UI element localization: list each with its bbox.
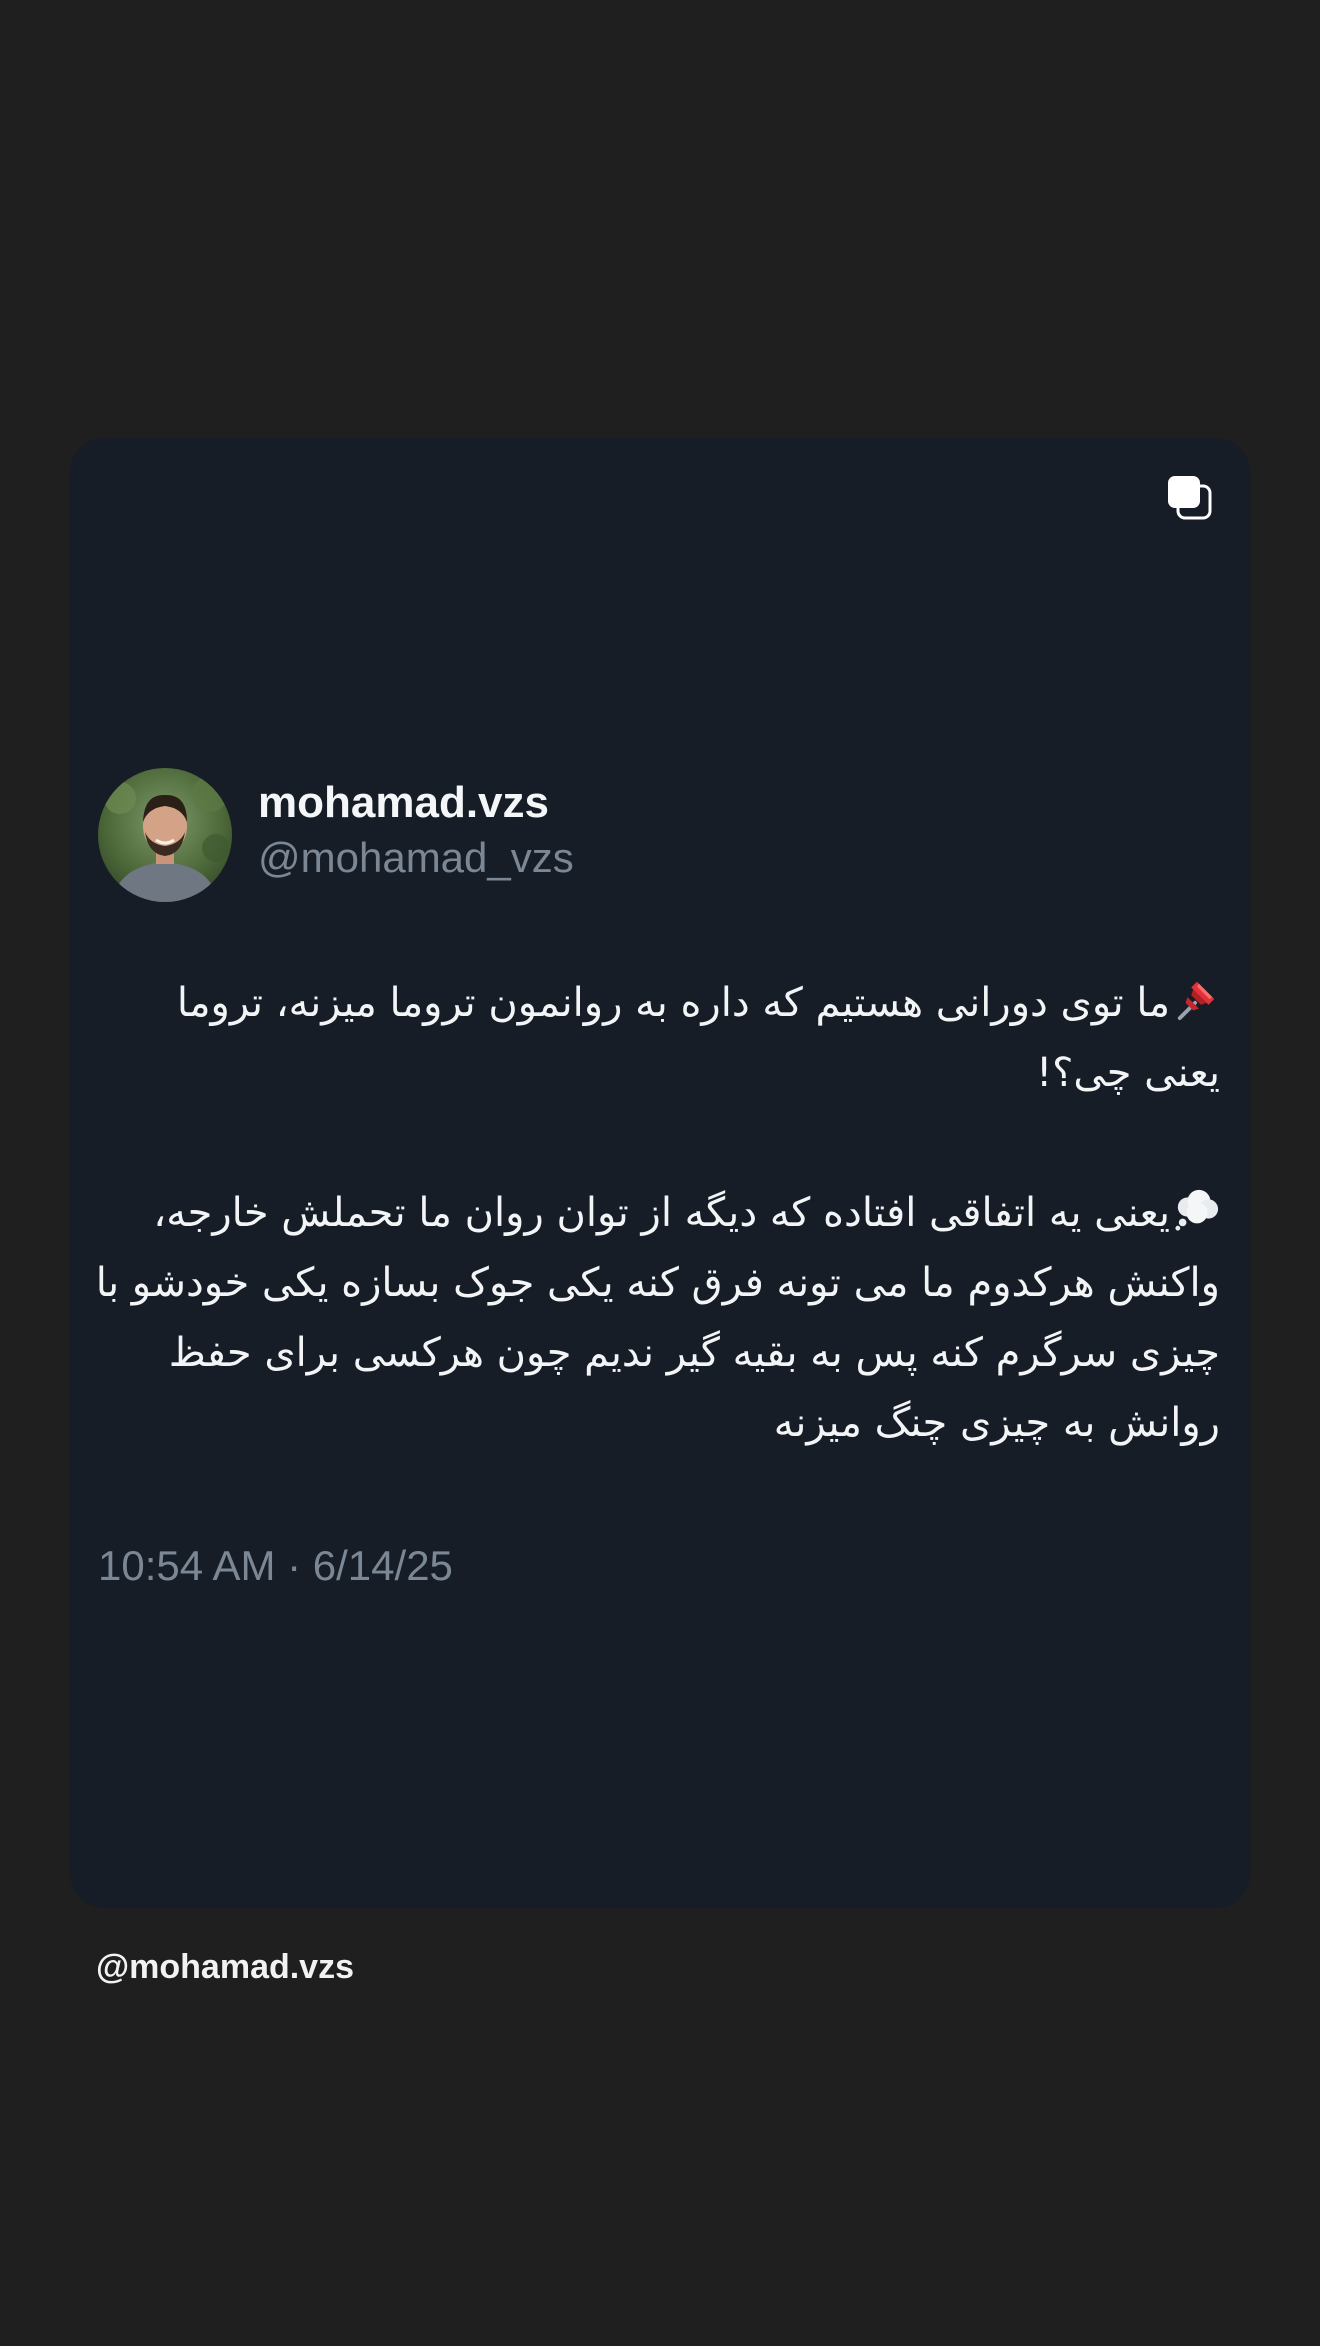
tweet-card[interactable]: mohamad.vzs @mohamad_vzs ما توی دورانی ه… <box>70 438 1250 1908</box>
footer-handle[interactable]: @mohamad.vzs <box>96 1948 354 1987</box>
timestamp[interactable]: 10:54 AM · 6/14/25 <box>98 1542 453 1590</box>
display-name[interactable]: mohamad.vzs <box>258 778 549 828</box>
user-handle[interactable]: @mohamad_vzs <box>258 834 574 882</box>
tweet-paragraph: ما توی دورانی هستیم که داره به روانمون ت… <box>90 968 1220 1108</box>
thought-balloon-icon <box>1175 1189 1219 1231</box>
tweet-paragraph-text: یعنی یه اتفاقی افتاده که دیگه از توان رو… <box>95 1190 1220 1446</box>
multiple-posts-icon <box>1168 476 1212 520</box>
tweet-paragraph: یعنی یه اتفاقی افتاده که دیگه از توان رو… <box>90 1178 1220 1458</box>
pushpin-icon <box>1177 981 1215 1021</box>
tweet-paragraph-text: ما توی دورانی هستیم که داره به روانمون ت… <box>176 980 1220 1096</box>
tweet-text: ما توی دورانی هستیم که داره به روانمون ت… <box>90 968 1220 1458</box>
avatar[interactable] <box>98 768 232 902</box>
